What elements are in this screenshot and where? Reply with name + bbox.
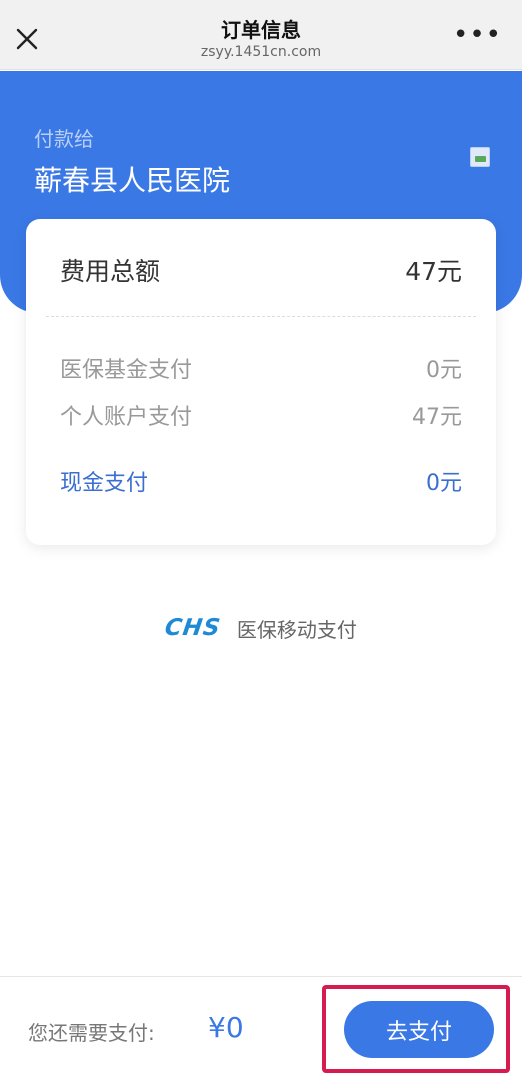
divider (46, 316, 476, 317)
remaining-label: 您还需要支付: (28, 1021, 155, 1045)
total-value: 47元 (405, 257, 462, 286)
cash-label: 现金支付 (60, 471, 149, 496)
personal-account-row: 个人账户支付 47元 (60, 399, 462, 431)
more-icon[interactable]: ••• (453, 22, 502, 48)
brand-footer: CHS 医保移动支付 (0, 612, 522, 644)
remaining-amount: ¥0 (208, 1011, 244, 1044)
fund-label: 医保基金支付 (60, 358, 193, 383)
hospital-logo-icon (470, 147, 490, 167)
total-label: 费用总额 (60, 257, 161, 286)
fund-row: 医保基金支付 0元 (60, 352, 462, 384)
personal-value: 47元 (412, 405, 462, 430)
pay-to-label: 付款给 (34, 127, 94, 151)
personal-label: 个人账户支付 (60, 405, 193, 430)
hospital-name: 蕲春县人民医院 (34, 164, 231, 197)
top-nav-bar: 订单信息 zsyy.1451cn.com ••• (0, 0, 522, 70)
pay-button[interactable]: 去支付 (344, 1001, 494, 1058)
fund-value: 0元 (426, 358, 462, 383)
cash-value: 0元 (426, 471, 462, 496)
chs-logo: CHS (163, 615, 223, 641)
cash-row: 现金支付 0元 (60, 465, 462, 497)
total-row: 费用总额 47元 (60, 252, 462, 288)
brand-text: 医保移动支付 (236, 617, 357, 642)
fee-summary-card: 费用总额 47元 医保基金支付 0元 个人账户支付 47元 现金支付 0元 (26, 219, 496, 545)
bottom-pay-bar: 您还需要支付: ¥0 去支付 (0, 976, 522, 1080)
page-url: zsyy.1451cn.com (200, 44, 322, 60)
page-title: 订单信息 (221, 18, 301, 42)
